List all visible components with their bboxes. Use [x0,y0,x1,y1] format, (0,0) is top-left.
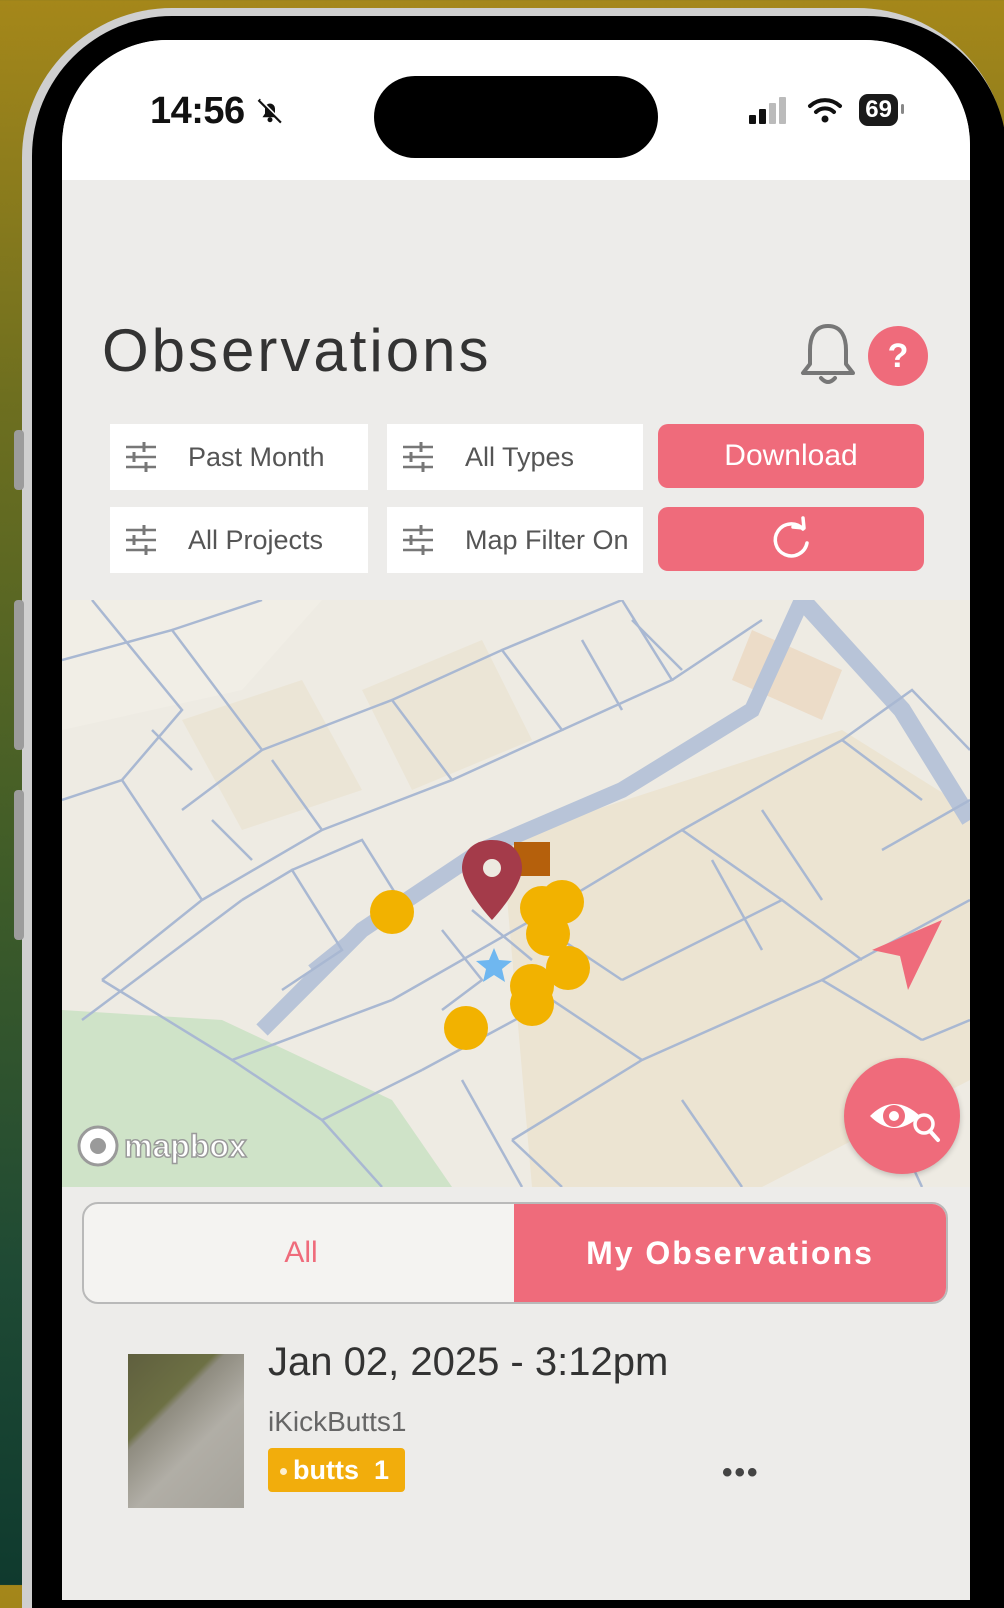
sliders-icon [403,525,433,555]
observation-thumbnail[interactable] [128,1354,244,1508]
star-icon [476,948,512,982]
battery-indicator: 69 [859,94,904,126]
sliders-icon [403,442,433,472]
wifi-icon [808,98,843,123]
observation-map[interactable]: mapbox [62,600,970,1187]
map-view-toggle-button[interactable] [844,1058,960,1174]
volume-down-button [14,790,24,940]
tab-my-observations[interactable]: My Observations [514,1204,946,1302]
tag-label: butts [293,1455,359,1485]
more-options-button[interactable]: ••• [722,1456,760,1490]
map-streets [62,600,970,1187]
types-filter[interactable]: All Types [387,424,643,490]
status-time: 14:56 [150,90,285,133]
mute-switch [14,430,24,490]
bell-slash-icon [255,90,285,132]
observation-scope-toggle: All My Observations [82,1202,948,1304]
eye-search-icon [870,1104,940,1142]
tag-dot-icon [280,1468,287,1476]
time-range-filter[interactable]: Past Month [110,424,368,490]
tag-count: 1 [374,1455,390,1485]
time-range-label: Past Month [188,442,325,472]
observation-list-item[interactable]: Jan 02, 2025 - 3:12pm iKickButts1 butts … [62,1340,970,1540]
status-icons: 69 [747,94,904,126]
help-button[interactable]: ? [868,326,928,386]
map-filter-label: Map Filter On [465,525,629,555]
types-label: All Types [465,442,575,472]
download-button[interactable]: Download [658,424,924,488]
sliders-icon [126,442,156,472]
page-title: Observations [102,317,492,384]
observation-date: Jan 02, 2025 - 3:12pm [268,1340,669,1384]
refresh-button[interactable] [658,507,924,571]
map-filter-toggle[interactable]: Map Filter On [387,507,643,573]
mapbox-attribution: mapbox [123,1127,247,1165]
observation-user: iKickButts1 [268,1406,407,1437]
mapbox-mark-icon [77,1125,119,1167]
sliders-icon [126,525,156,555]
bell-icon[interactable] [798,320,858,391]
app-screen: 14:56 69 Observations ? Past Month All T… [62,40,970,1600]
dynamic-island [374,76,658,158]
mapbox-logo: mapbox [76,1124,247,1168]
projects-label: All Projects [188,525,324,555]
refresh-icon [773,516,809,558]
status-bar: 14:56 69 [62,40,970,180]
projects-filter[interactable]: All Projects [110,507,368,573]
observation-tag: butts 1 [268,1448,406,1492]
volume-up-button [14,600,24,750]
tab-all[interactable]: All [84,1204,518,1302]
cellular-signal-icon [749,97,787,124]
